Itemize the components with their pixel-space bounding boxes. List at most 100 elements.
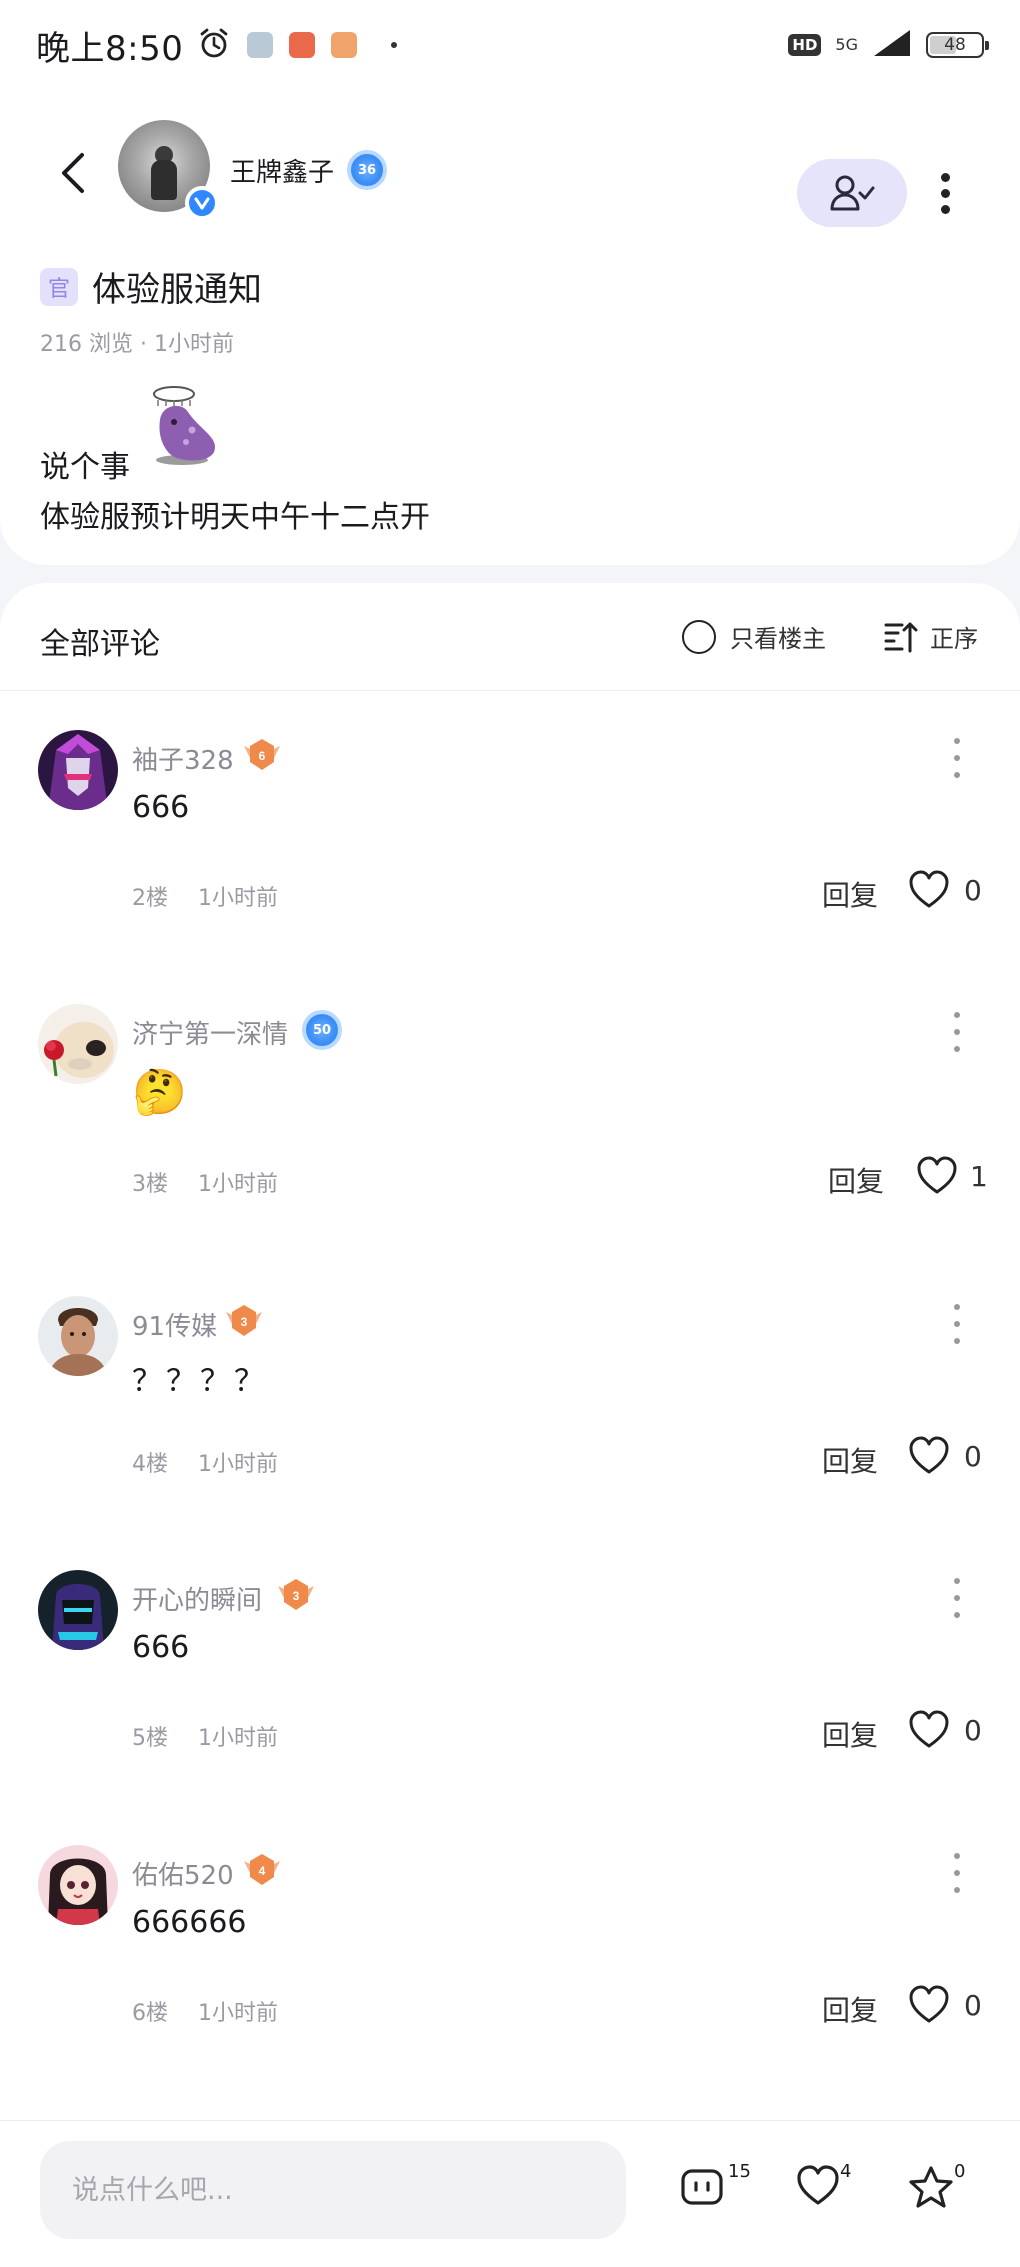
comment-time: 1小时前 xyxy=(198,1172,278,1197)
reply-button[interactable]: 回复 xyxy=(828,1160,884,1200)
comment-floor: 2楼 xyxy=(132,886,168,911)
comment-more-icon[interactable] xyxy=(950,1012,964,1052)
author-level-badge: 36 xyxy=(347,150,387,190)
signal-icon xyxy=(872,28,912,62)
commenter-avatar[interactable] xyxy=(38,1296,118,1376)
verified-icon xyxy=(185,186,219,220)
commenter-avatar[interactable] xyxy=(38,730,118,810)
comment-item: 济宁第一深情 50 🤔 3楼 1小时前 回复 1 xyxy=(0,1004,1020,1234)
app-notification-icon xyxy=(247,32,274,58)
post-title: 体验服通知 xyxy=(92,270,262,310)
author-name[interactable]: 王牌鑫子 xyxy=(230,152,334,189)
sort-button[interactable]: 正序 xyxy=(884,619,978,654)
more-notifications-dot xyxy=(391,42,398,48)
more-icon[interactable] xyxy=(930,158,960,228)
app-notification-icon xyxy=(331,32,358,58)
comment-floor: 6楼 xyxy=(132,2001,168,2026)
followed-icon xyxy=(830,175,875,211)
heart-icon[interactable] xyxy=(916,1156,958,1196)
level-badge: 4 xyxy=(244,1854,280,1885)
reply-button[interactable]: 回复 xyxy=(822,1714,878,1754)
level-value: 50 xyxy=(312,1022,332,1038)
back-icon xyxy=(62,153,84,193)
status-time: 晚上8:50 xyxy=(36,28,184,69)
post-body-line: 说个事 xyxy=(40,450,130,485)
comment-floor: 3楼 xyxy=(132,1172,168,1197)
comment-item: 开心的瞬间 3 666 5楼 1小时前 回复 0 xyxy=(0,1570,1020,1800)
comment-time: 1小时前 xyxy=(198,886,278,911)
comment-item: 袖子328 6 666 2楼 1小时前 回复 0 xyxy=(0,730,1020,960)
level-badge: 50 xyxy=(302,1010,342,1050)
commenter-avatar[interactable] xyxy=(38,1845,118,1925)
comment-count: 15 xyxy=(728,2161,751,2182)
post-header: 王牌鑫子 36 xyxy=(0,120,1020,228)
radio-icon xyxy=(682,619,716,654)
post-card: 王牌鑫子 36 官 体验服通知 216 浏览 · 1小时前 说个事 体验服预计明… xyxy=(0,90,1020,565)
reply-button[interactable]: 回复 xyxy=(822,1989,878,2029)
status-bar: 晚上8:50 HD 5G 48 xyxy=(0,0,1020,90)
comment-input[interactable] xyxy=(40,2141,626,2239)
like-count: 4 xyxy=(840,2161,852,2182)
like-count: 1 xyxy=(970,1160,988,1193)
post-meta: 216 浏览 · 1小时前 xyxy=(40,332,234,357)
like-count: 0 xyxy=(964,874,982,907)
svg-text:6: 6 xyxy=(259,749,266,763)
commenter-name[interactable]: 济宁第一深情 xyxy=(132,1014,288,1051)
reply-button[interactable]: 回复 xyxy=(822,1440,878,1480)
comment-text: 666 xyxy=(132,790,190,825)
author-level: 36 xyxy=(357,162,377,178)
official-tag: 官 xyxy=(40,267,78,306)
sort-icon xyxy=(884,622,918,652)
heart-icon[interactable] xyxy=(908,1985,950,2025)
post-body-line: 体验服预计明天中午十二点开 xyxy=(40,500,430,535)
op-only-label: 只看楼主 xyxy=(730,625,826,653)
comment-item: 佑佑520 4 666666 6楼 1小时前 回复 0 xyxy=(0,1845,1020,2075)
star-count: 0 xyxy=(954,2161,966,2182)
app-notification-icon xyxy=(289,32,316,58)
like-count: 0 xyxy=(964,1714,982,1747)
level-badge: 3 xyxy=(226,1305,262,1336)
comment-more-icon[interactable] xyxy=(950,738,964,778)
reply-button[interactable]: 回复 xyxy=(822,874,878,914)
comment-time: 1小时前 xyxy=(198,1452,278,1477)
alarm-icon xyxy=(197,26,231,64)
network-type: 5G xyxy=(835,35,858,54)
sort-label: 正序 xyxy=(930,625,978,653)
comment-emoji: 🤔 xyxy=(132,1067,187,1118)
commenter-name[interactable]: 佑佑520 xyxy=(132,1855,234,1892)
comment-floor: 4楼 xyxy=(132,1452,168,1477)
comment-text: 666 xyxy=(132,1630,190,1665)
op-only-toggle[interactable]: 只看楼主 xyxy=(682,619,826,654)
commenter-name[interactable]: 开心的瞬间 xyxy=(132,1580,262,1617)
back-button[interactable] xyxy=(48,148,98,198)
bottom-bar: 15 4 0 xyxy=(0,2120,1020,2267)
comment-time: 1小时前 xyxy=(198,1726,278,1751)
comments-header: 全部评论 只看楼主 正序 xyxy=(0,583,1020,691)
like-count: 0 xyxy=(964,1440,982,1473)
heart-icon[interactable] xyxy=(908,1436,950,1476)
all-comments-title: 全部评论 xyxy=(40,627,160,662)
comment-more-icon[interactable] xyxy=(950,1853,964,1893)
sticker-image xyxy=(148,380,228,470)
heart-icon[interactable] xyxy=(908,1710,950,1750)
svg-text:3: 3 xyxy=(293,1589,300,1603)
heart-icon[interactable] xyxy=(908,870,950,910)
comment-time: 1小时前 xyxy=(198,2001,278,2026)
commenter-avatar[interactable] xyxy=(38,1004,118,1084)
svg-text:4: 4 xyxy=(259,1864,266,1878)
hd-badge: HD xyxy=(788,34,822,56)
post-title-row: 官 体验服通知 xyxy=(40,262,262,311)
comment-text: ？？？？ xyxy=(132,1364,268,1399)
commenter-name[interactable]: 袖子328 xyxy=(132,740,234,777)
followed-button[interactable] xyxy=(797,159,907,227)
comment-floor: 5楼 xyxy=(132,1726,168,1751)
comment-more-icon[interactable] xyxy=(950,1304,964,1344)
comment-text: 666666 xyxy=(132,1905,247,1940)
svg-text:3: 3 xyxy=(241,1315,248,1329)
like-count: 0 xyxy=(964,1989,982,2022)
commenter-name[interactable]: 91传媒 xyxy=(132,1306,217,1343)
comment-more-icon[interactable] xyxy=(950,1578,964,1618)
battery-level: 48 xyxy=(944,35,966,55)
level-badge: 3 xyxy=(278,1579,314,1610)
commenter-avatar[interactable] xyxy=(38,1570,118,1650)
